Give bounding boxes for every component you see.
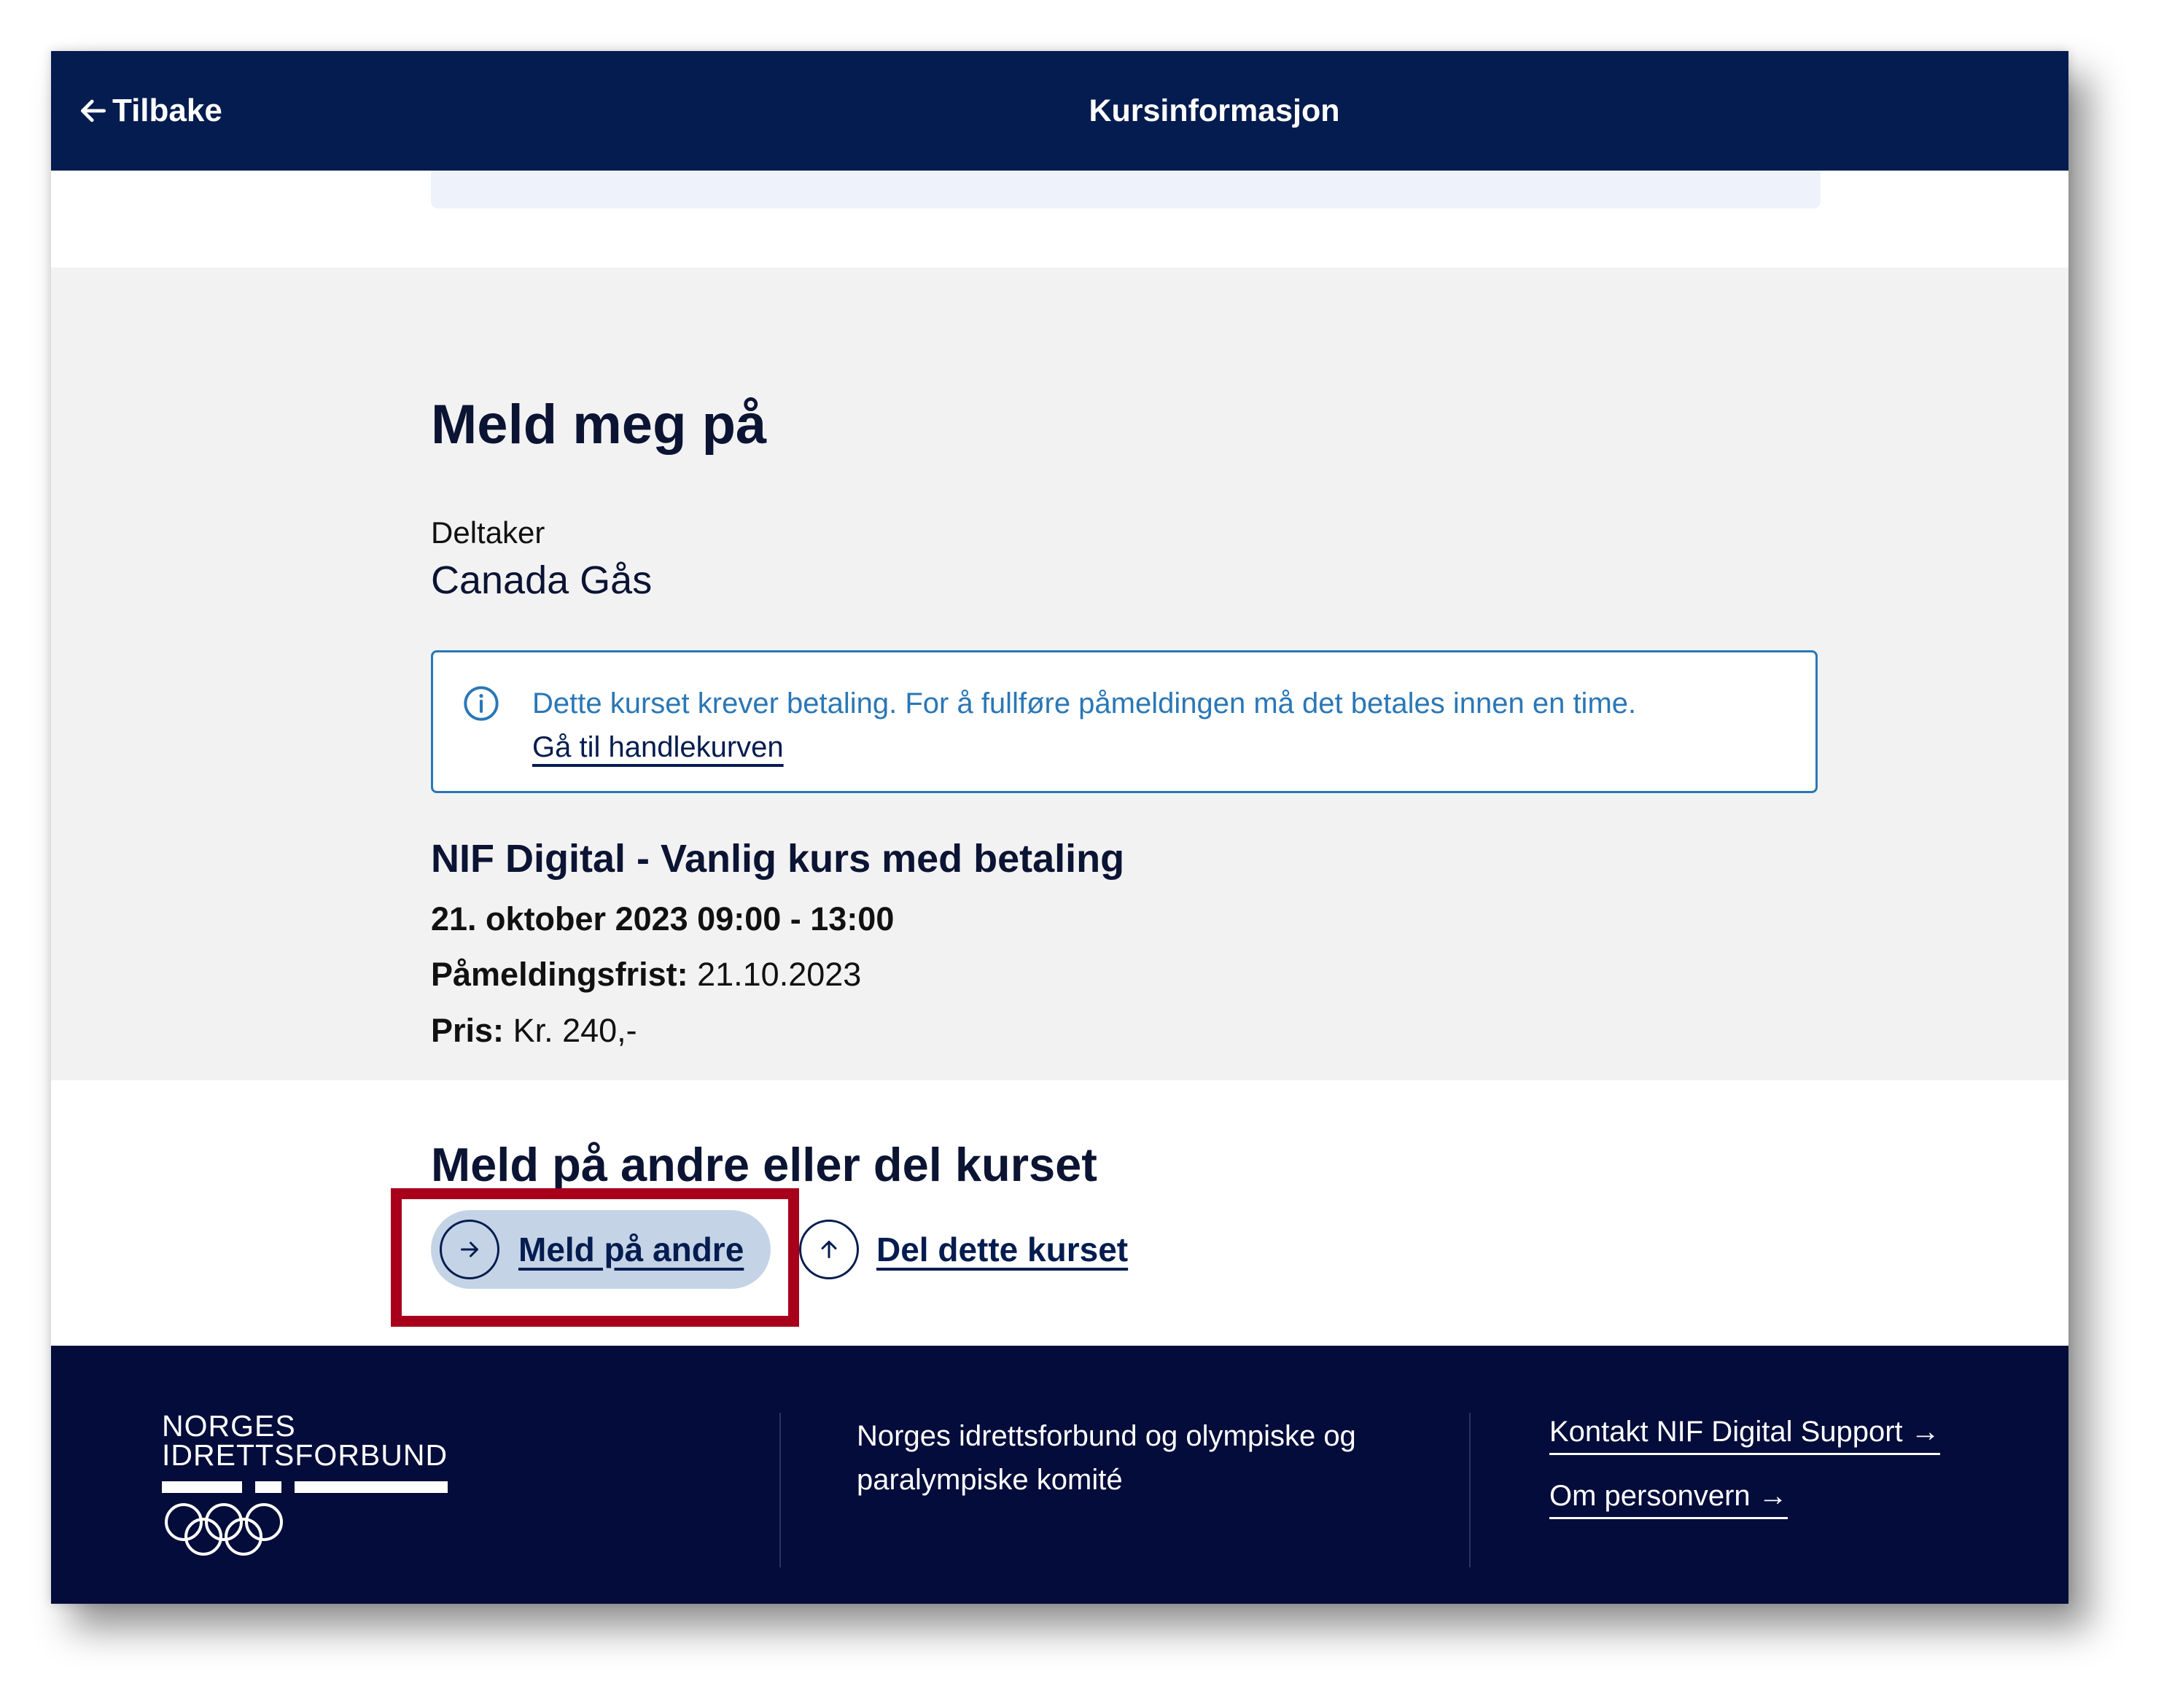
app-window: Tilbake Kursinformasjon Meld meg på Delt… [51, 51, 2068, 1604]
course-datetime: 21. oktober 2023 09:00 - 13:00 [431, 900, 895, 937]
go-to-cart-link[interactable]: Gå til handlekurven [532, 731, 784, 763]
share-course-label: Del dette kurset [876, 1231, 1129, 1268]
payment-info-text: Dette kurset krever betaling. For å full… [532, 682, 1670, 769]
participant-name: Canada Gås [431, 558, 653, 602]
logo-line-1: NORGES [162, 1409, 296, 1443]
deadline-value: 21.10.2023 [697, 956, 862, 993]
org-description: Norges idrettsforbund og olympiske og pa… [857, 1420, 1356, 1496]
page-title-wrap: Kursinformasjon [51, 51, 2068, 171]
nif-logo: NORGES IDRETTSFORBUND [162, 1411, 448, 1562]
info-icon [464, 686, 499, 721]
signup-heading: Meld meg på [431, 394, 767, 456]
course-title: NIF Digital - Vanlig kurs med betaling [431, 837, 1125, 881]
previous-panel-edge [431, 171, 1821, 208]
sign-up-others-button[interactable]: Meld på andre [431, 1210, 771, 1289]
footer: NORGES IDRETTSFORBUND Norges idrettsforb… [51, 1346, 2068, 1604]
top-bar: Tilbake Kursinformasjon [51, 51, 2068, 171]
logo-bars [162, 1481, 448, 1496]
participant-label: Deltaker [431, 515, 545, 550]
arrow-up-circle-icon [799, 1220, 859, 1279]
share-course-button[interactable]: Del dette kurset [799, 1210, 1128, 1289]
logo-line-2: IDRETTSFORBUND [162, 1438, 448, 1472]
price-value: Kr. 240,- [513, 1012, 637, 1049]
olympic-rings-icon [165, 1503, 283, 1556]
footer-divider-2 [1469, 1413, 1471, 1567]
signup-section: Meld meg på Deltaker Canada Gås Dette ku… [51, 268, 2068, 1080]
sign-up-others-label: Meld på andre [518, 1231, 744, 1268]
deadline-label: Påmeldingsfrist: [431, 956, 688, 993]
arrow-right-circle-icon [440, 1220, 499, 1279]
deadline-row: Påmeldingsfrist: 21.10.2023 [431, 956, 861, 994]
page-title: Kursinformasjon [1089, 93, 1340, 128]
payment-info-box: Dette kurset krever betaling. For å full… [431, 650, 1818, 793]
support-link[interactable]: Kontakt NIF Digital Support → [1549, 1416, 1940, 1455]
payment-info-message: Dette kurset krever betaling. For å full… [532, 687, 1637, 720]
privacy-link[interactable]: Om personvern → [1549, 1480, 1788, 1519]
share-heading: Meld på andre eller del kurset [431, 1138, 1097, 1191]
footer-divider-1 [779, 1413, 781, 1567]
price-row: Pris: Kr. 240,- [431, 1012, 637, 1050]
price-label: Pris: [431, 1012, 505, 1049]
